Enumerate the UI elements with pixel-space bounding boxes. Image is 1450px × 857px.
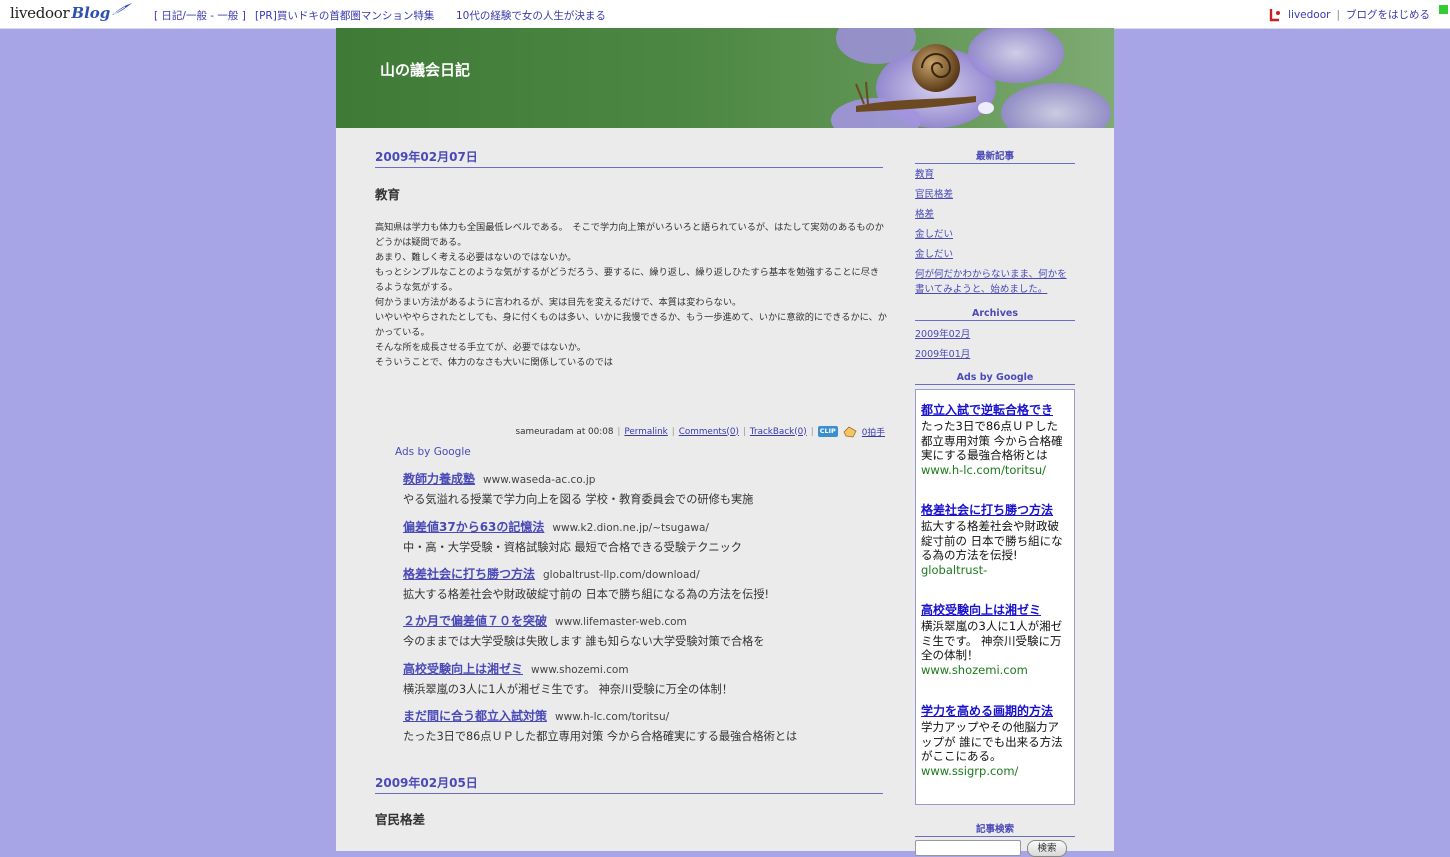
sidebar-ad-desc: 拡大する格差社会や財政破綻寸前の 日本で勝ち組になる為の方法を伝授! xyxy=(921,519,1063,562)
sidebar-ad: 高校受験向上は湘ゼミ 横浜翠嵐の3人に1人が湘ゼミ生です。 神奈川受験に万全の体… xyxy=(921,602,1069,677)
entry-paragraph: そんな所を成長させる手立てが、必要ではないか。 xyxy=(375,342,586,353)
clip-icon[interactable]: CLIP xyxy=(817,426,838,437)
sidebar-ad-desc: 学力アップやその他脳力アップが 誰にでも出来る方法がここにある。 xyxy=(921,720,1063,763)
recent-entry-link[interactable]: 金しだい xyxy=(915,247,1075,262)
livedoor-link[interactable]: livedoor xyxy=(1288,9,1330,21)
google-ads-box: 都立入試で逆転合格でき たった3日で86点ＵＰした都立専用対策 今から合格確実に… xyxy=(915,389,1075,805)
search-heading: 記事検索 xyxy=(915,821,1075,837)
status-indicator xyxy=(1439,5,1448,14)
sidebar-ad-title[interactable]: 高校受験向上は湘ゼミ xyxy=(921,602,1069,618)
pr-women-link[interactable]: 10代の経験で女の人生が決まる xyxy=(456,8,606,23)
ad-item: 偏差値37から63の記憶法 www.k2.dion.ne.jp/~tsugawa/… xyxy=(403,518,873,555)
recent-entry-link[interactable]: 金しだい xyxy=(915,227,1075,242)
recent-entry-link[interactable]: 何が何だかわからないまま、何かを書いてみようと、始めました。 xyxy=(915,267,1075,297)
sidebar-ad-title[interactable]: 格差社会に打ち勝つ方法 xyxy=(921,502,1069,518)
entry-footer: sameuradam at 00:08 | Permalink | Commen… xyxy=(515,425,885,438)
ad-url: www.waseda-ac.co.jp xyxy=(483,474,596,486)
entry-paragraph: いやいややらされたとしても、身に付くものは多い、いかに我慢できるか、もう一歩進め… xyxy=(375,312,887,338)
ad-description: やる気溢れる授業で学力向上を図る 学校・教育委員会での研修も実施 xyxy=(403,493,754,506)
entry-title[interactable]: 官民格差 xyxy=(375,809,425,828)
ad-item: ２か月で偏差値７０を突破 www.lifemaster-web.com 今のままで… xyxy=(403,612,873,649)
entry-paragraph: あまり、難しく考える必要はないのではないか。 xyxy=(375,252,577,263)
recent-entry-link[interactable]: 官民格差 xyxy=(915,187,1075,202)
permalink-link[interactable]: Permalink xyxy=(624,427,667,437)
ad-title-link[interactable]: 高校受験向上は湘ゼミ xyxy=(403,662,523,676)
recent-entry-link[interactable]: 格差 xyxy=(915,207,1075,222)
ad-title-link[interactable]: ２か月で偏差値７０を突破 xyxy=(403,614,547,628)
sidebar-ad-url[interactable]: www.ssigrp.com/ xyxy=(921,764,1069,779)
archives-heading: Archives xyxy=(915,308,1075,321)
clap-hand-icon[interactable] xyxy=(842,426,858,438)
sidebar-ad-title[interactable]: 学力を高める画期的方法 xyxy=(921,703,1069,719)
sidebar-ad: 都立入試で逆転合格でき たった3日で86点ＵＰした都立専用対策 今から合格確実に… xyxy=(921,402,1069,477)
comments-link[interactable]: Comments(0) xyxy=(679,427,739,437)
ad-item: 格差社会に打ち勝つ方法 globaltrust-llp.com/download/… xyxy=(403,565,873,602)
category-link[interactable]: [ 日記/一般 - 一般 ] xyxy=(154,8,246,23)
ad-url: www.h-lc.com/toritsu/ xyxy=(555,711,670,723)
logo-blog-text: Blog xyxy=(71,4,111,22)
start-blog-link[interactable]: ブログをはじめる xyxy=(1346,7,1430,22)
entry-paragraph: もっとシンプルなことのような気がするがどうだろう、要するに、繰り返し、繰り返しひ… xyxy=(375,267,880,293)
livedoor-icon xyxy=(1269,8,1281,21)
recent-entries-heading: 最新記事 xyxy=(915,148,1075,164)
livedoor-blog-logo[interactable]: livedoor Blog xyxy=(10,3,133,24)
pr-mansion-link[interactable]: [PR]買いドキの首都圏マンション特集 xyxy=(255,8,434,23)
ad-item: まだ間に合う都立入試対策 www.h-lc.com/toritsu/ たった3日で… xyxy=(403,707,873,744)
ad-title-link[interactable]: 教師力養成塾 xyxy=(403,472,475,486)
entry-date: 2009年02月05日 xyxy=(375,774,883,794)
ad-title-link[interactable]: 格差社会に打ち勝つ方法 xyxy=(403,567,535,581)
logo-livedoor-text: livedoor xyxy=(10,4,70,22)
entry-paragraph: 何かうまい方法があるように言われるが、実は目先を変えるだけで、本質は変わらない。 xyxy=(375,297,742,308)
ad-url: www.k2.dion.ne.jp/~tsugawa/ xyxy=(552,522,709,534)
blog-title[interactable]: 山の議会日記 xyxy=(380,59,470,80)
ad-url: www.shozemi.com xyxy=(531,664,629,676)
separator: | xyxy=(1336,8,1340,21)
entry-paragraph: そういうことで、体力のなさも大いに関係しているのでは xyxy=(375,357,613,368)
archive-link[interactable]: 2009年01月 xyxy=(915,347,1075,362)
archive-link[interactable]: 2009年02月 xyxy=(915,327,1075,342)
ad-title-link[interactable]: まだ間に合う都立入試対策 xyxy=(403,709,547,723)
search-button[interactable]: 検索 xyxy=(1027,840,1067,857)
hakushu-link[interactable]: 0拍手 xyxy=(862,425,885,438)
sidebar-ad-url[interactable]: globaltrust- xyxy=(921,563,1069,578)
top-right-links: livedoor | ブログをはじめる xyxy=(1268,7,1430,22)
author-time: sameuradam at 00:08 xyxy=(515,426,614,437)
blog-page: 山の議会日記 2009年02月07日 教育 高知県は学力も体力も全国最低レベルで… xyxy=(336,28,1114,857)
search-input[interactable] xyxy=(915,840,1021,856)
ad-description: たった3日で86点ＵＰした都立専用対策 今から合格確実にする最強合格術とは xyxy=(403,730,798,743)
entry-title[interactable]: 教育 xyxy=(375,184,400,203)
blog-header-banner: 山の議会日記 xyxy=(336,28,1114,128)
sidebar-ad-url[interactable]: www.h-lc.com/toritsu/ xyxy=(921,463,1069,478)
ad-item: 高校受験向上は湘ゼミ www.shozemi.com 横浜翠嵐の3人に1人が湘ゼミ… xyxy=(403,660,873,697)
entry-date: 2009年02月07日 xyxy=(375,148,883,168)
ad-url: www.lifemaster-web.com xyxy=(555,616,687,628)
ad-description: 横浜翠嵐の3人に1人が湘ゼミ生です。 神奈川受験に万全の体制！ xyxy=(403,683,733,696)
ad-title-link[interactable]: 偏差値37から63の記憶法 xyxy=(403,520,544,534)
sidebar-ad: 格差社会に打ち勝つ方法 拡大する格差社会や財政破綻寸前の 日本で勝ち組になる為の… xyxy=(921,502,1069,577)
sidebar-ads-heading[interactable]: Ads by Google xyxy=(915,372,1075,385)
sidebar-ad: 学力を高める画期的方法 学力アップやその他脳力アップが 誰にでも出来る方法がここ… xyxy=(921,703,1069,778)
sidebar-ad-desc: たった3日で86点ＵＰした都立専用対策 今から合格確実にする最強合格術とは xyxy=(921,419,1063,462)
ad-description: 中・高・大学受験・資格試験対応 最短で合格できる受験テクニック xyxy=(403,541,742,554)
feather-icon xyxy=(112,3,133,15)
trackback-link[interactable]: TrackBack(0) xyxy=(750,427,807,437)
sidebar-ad-desc: 横浜翠嵐の3人に1人が湘ゼミ生です。 神奈川受験に万全の体制！ xyxy=(921,619,1063,662)
recent-entry-link[interactable]: 教育 xyxy=(915,167,1075,182)
ad-description: 今のままでは大学受験は失敗します 誰も知らない大学受験対策で合格を xyxy=(403,635,765,648)
ad-description: 拡大する格差社会や財政破綻寸前の 日本で勝ち組になる為の方法を伝授! xyxy=(403,588,770,601)
sidebar-ad-url[interactable]: www.shozemi.com xyxy=(921,663,1069,678)
entry-paragraph: 高知県は学力も体力も全国最低レベルである。 そこで学力向上策がいろいろと語られて… xyxy=(375,222,884,248)
sidebar-ad-title[interactable]: 都立入試で逆転合格でき xyxy=(921,402,1069,418)
entry-body: 高知県は学力も体力も全国最低レベルである。 そこで学力向上策がいろいろと語られて… xyxy=(375,220,887,370)
ads-by-google-label[interactable]: Ads by Google xyxy=(395,446,471,458)
top-bar: livedoor Blog [ 日記/一般 - 一般 ] [PR]買いドキの首都… xyxy=(0,0,1450,29)
ad-url: globaltrust-llp.com/download/ xyxy=(543,569,700,581)
ad-item: 教師力養成塾 www.waseda-ac.co.jp やる気溢れる授業で学力向上を… xyxy=(403,470,873,507)
